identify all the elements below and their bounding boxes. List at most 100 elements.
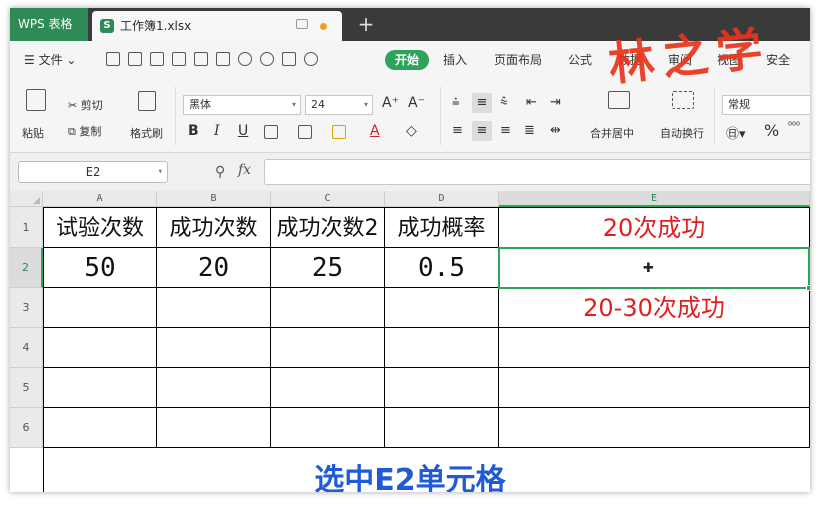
number-format-select[interactable]: 常规 [722,95,810,115]
redo-icon[interactable] [260,52,274,66]
cell-c4[interactable] [271,328,385,368]
print-preview-icon[interactable] [194,52,208,66]
cell-a2[interactable]: 50 [43,248,157,288]
indent-increase-icon[interactable]: ⇥ [550,95,561,110]
font-size-select[interactable]: 24 ▾ [305,95,373,115]
cell-a3[interactable] [43,288,157,328]
row-header-5[interactable]: 5 [10,368,43,408]
grow-font-button[interactable]: A⁺ [382,95,399,111]
format-painter-button[interactable]: 格式刷 [130,125,163,141]
indent-decrease-icon[interactable]: ⇤ [526,95,537,110]
name-box[interactable]: E2 ▾ [18,161,168,183]
zoom-icon[interactable]: ⚲ [215,164,225,180]
cell-a4[interactable] [43,328,157,368]
cell-d1[interactable]: 成功概率 [385,207,499,248]
cell-b6[interactable] [157,408,271,448]
app-tab[interactable]: WPS 表格 [10,8,88,41]
cell-c6[interactable] [271,408,385,448]
cell-e5[interactable] [499,368,810,408]
merge-center-button[interactable]: 合并居中 [590,125,634,141]
row-header-2[interactable]: 2 [10,248,43,288]
cell-e3[interactable]: 20-30次成功 [499,288,810,328]
column-header-a[interactable]: A [43,191,157,207]
cell-c1[interactable]: 成功次数2 [271,207,385,248]
select-all-corner[interactable] [10,191,43,207]
file-menu[interactable]: ☰ 文件 ⌄ [24,51,76,68]
cell-b2[interactable]: 20 [157,248,271,288]
currency-icon[interactable]: ㊐▾ [726,123,746,142]
cell-c2[interactable]: 25 [271,248,385,288]
cell-d6[interactable] [385,408,499,448]
cell-d2[interactable]: 0.5 [385,248,499,288]
save-icon[interactable] [150,52,164,66]
align-left-icon[interactable]: ≡ [452,123,463,138]
cell-c3[interactable] [271,288,385,328]
cell-e6[interactable] [499,408,810,448]
column-header-b[interactable]: B [157,191,271,207]
print-icon[interactable] [172,52,186,66]
cell-d5[interactable] [385,368,499,408]
wrap-text-icon[interactable] [672,91,694,109]
percent-button[interactable]: % [764,121,779,140]
new-tab-button[interactable]: + [354,8,378,40]
cell-d4[interactable] [385,328,499,368]
cell-e4[interactable] [499,328,810,368]
search-icon[interactable] [304,52,318,66]
align-middle-icon[interactable]: ≡ [472,93,492,113]
row-header-1[interactable]: 1 [10,207,43,248]
cell-c5[interactable] [271,368,385,408]
cell-a6[interactable] [43,408,157,448]
row-header-6[interactable]: 6 [10,408,43,448]
align-center-icon[interactable]: ≡ [472,121,492,141]
cut-button[interactable]: ✂ 剪切 [68,97,103,113]
pdf-icon[interactable] [282,52,296,66]
cell-b3[interactable] [157,288,271,328]
row-header-4[interactable]: 4 [10,328,43,368]
tab-start[interactable]: 开始 [385,50,429,70]
paste-button[interactable]: 粘贴 [22,125,44,141]
font-color-icon[interactable]: A [370,123,380,139]
align-right-icon[interactable]: ≡ [500,123,511,138]
undo-icon[interactable] [238,52,252,66]
formula-input[interactable] [264,159,810,185]
format-painter-icon[interactable] [138,91,156,111]
shrink-font-button[interactable]: A⁻ [408,95,425,111]
clear-format-icon[interactable]: ◇ [406,123,417,139]
fill-color-icon[interactable] [332,125,346,139]
new-file-icon[interactable] [106,52,120,66]
column-header-e[interactable]: E [499,191,810,207]
thousands-separator-icon[interactable]: ⁰⁰⁰ [788,121,800,132]
underline-button[interactable]: U [238,123,248,139]
open-folder-icon[interactable] [128,52,142,66]
monitor-icon[interactable] [296,19,308,29]
export-icon[interactable] [216,52,230,66]
cell-a5[interactable] [43,368,157,408]
cell-e1[interactable]: 20次成功 [499,207,810,248]
cell-a1[interactable]: 试验次数 [43,207,157,248]
bold-button[interactable]: B [188,123,199,139]
justify-icon[interactable]: ≣ [524,123,535,138]
cell-b4[interactable] [157,328,271,368]
fill-style-icon[interactable] [298,125,312,139]
cell-b5[interactable] [157,368,271,408]
cell-d3[interactable] [385,288,499,328]
cell-b1[interactable]: 成功次数 [157,207,271,248]
fx-icon[interactable]: fx [238,162,251,178]
auto-wrap-button[interactable]: 自动换行 [660,125,704,141]
copy-button[interactable]: ⧉ 复制 [68,123,101,139]
border-icon[interactable] [264,125,278,139]
row-header-3[interactable]: 3 [10,288,43,328]
column-header-d[interactable]: D [385,191,499,207]
italic-button[interactable]: I [214,123,220,139]
distribute-icon[interactable]: ⇹ [550,123,561,138]
paste-icon[interactable] [26,89,46,111]
document-tab[interactable]: S 工作簿1.xlsx [92,11,342,41]
tab-page-layout[interactable]: 页面布局 [494,51,542,68]
fill-handle[interactable] [806,285,810,291]
align-top-icon[interactable]: ⩮ [452,95,460,110]
font-name-select[interactable]: 黑体 ▾ [183,95,301,115]
align-bottom-icon[interactable]: ⩯ [500,95,508,110]
tab-insert[interactable]: 插入 [443,51,467,68]
tab-formulas[interactable]: 公式 [568,51,592,68]
column-header-c[interactable]: C [271,191,385,207]
